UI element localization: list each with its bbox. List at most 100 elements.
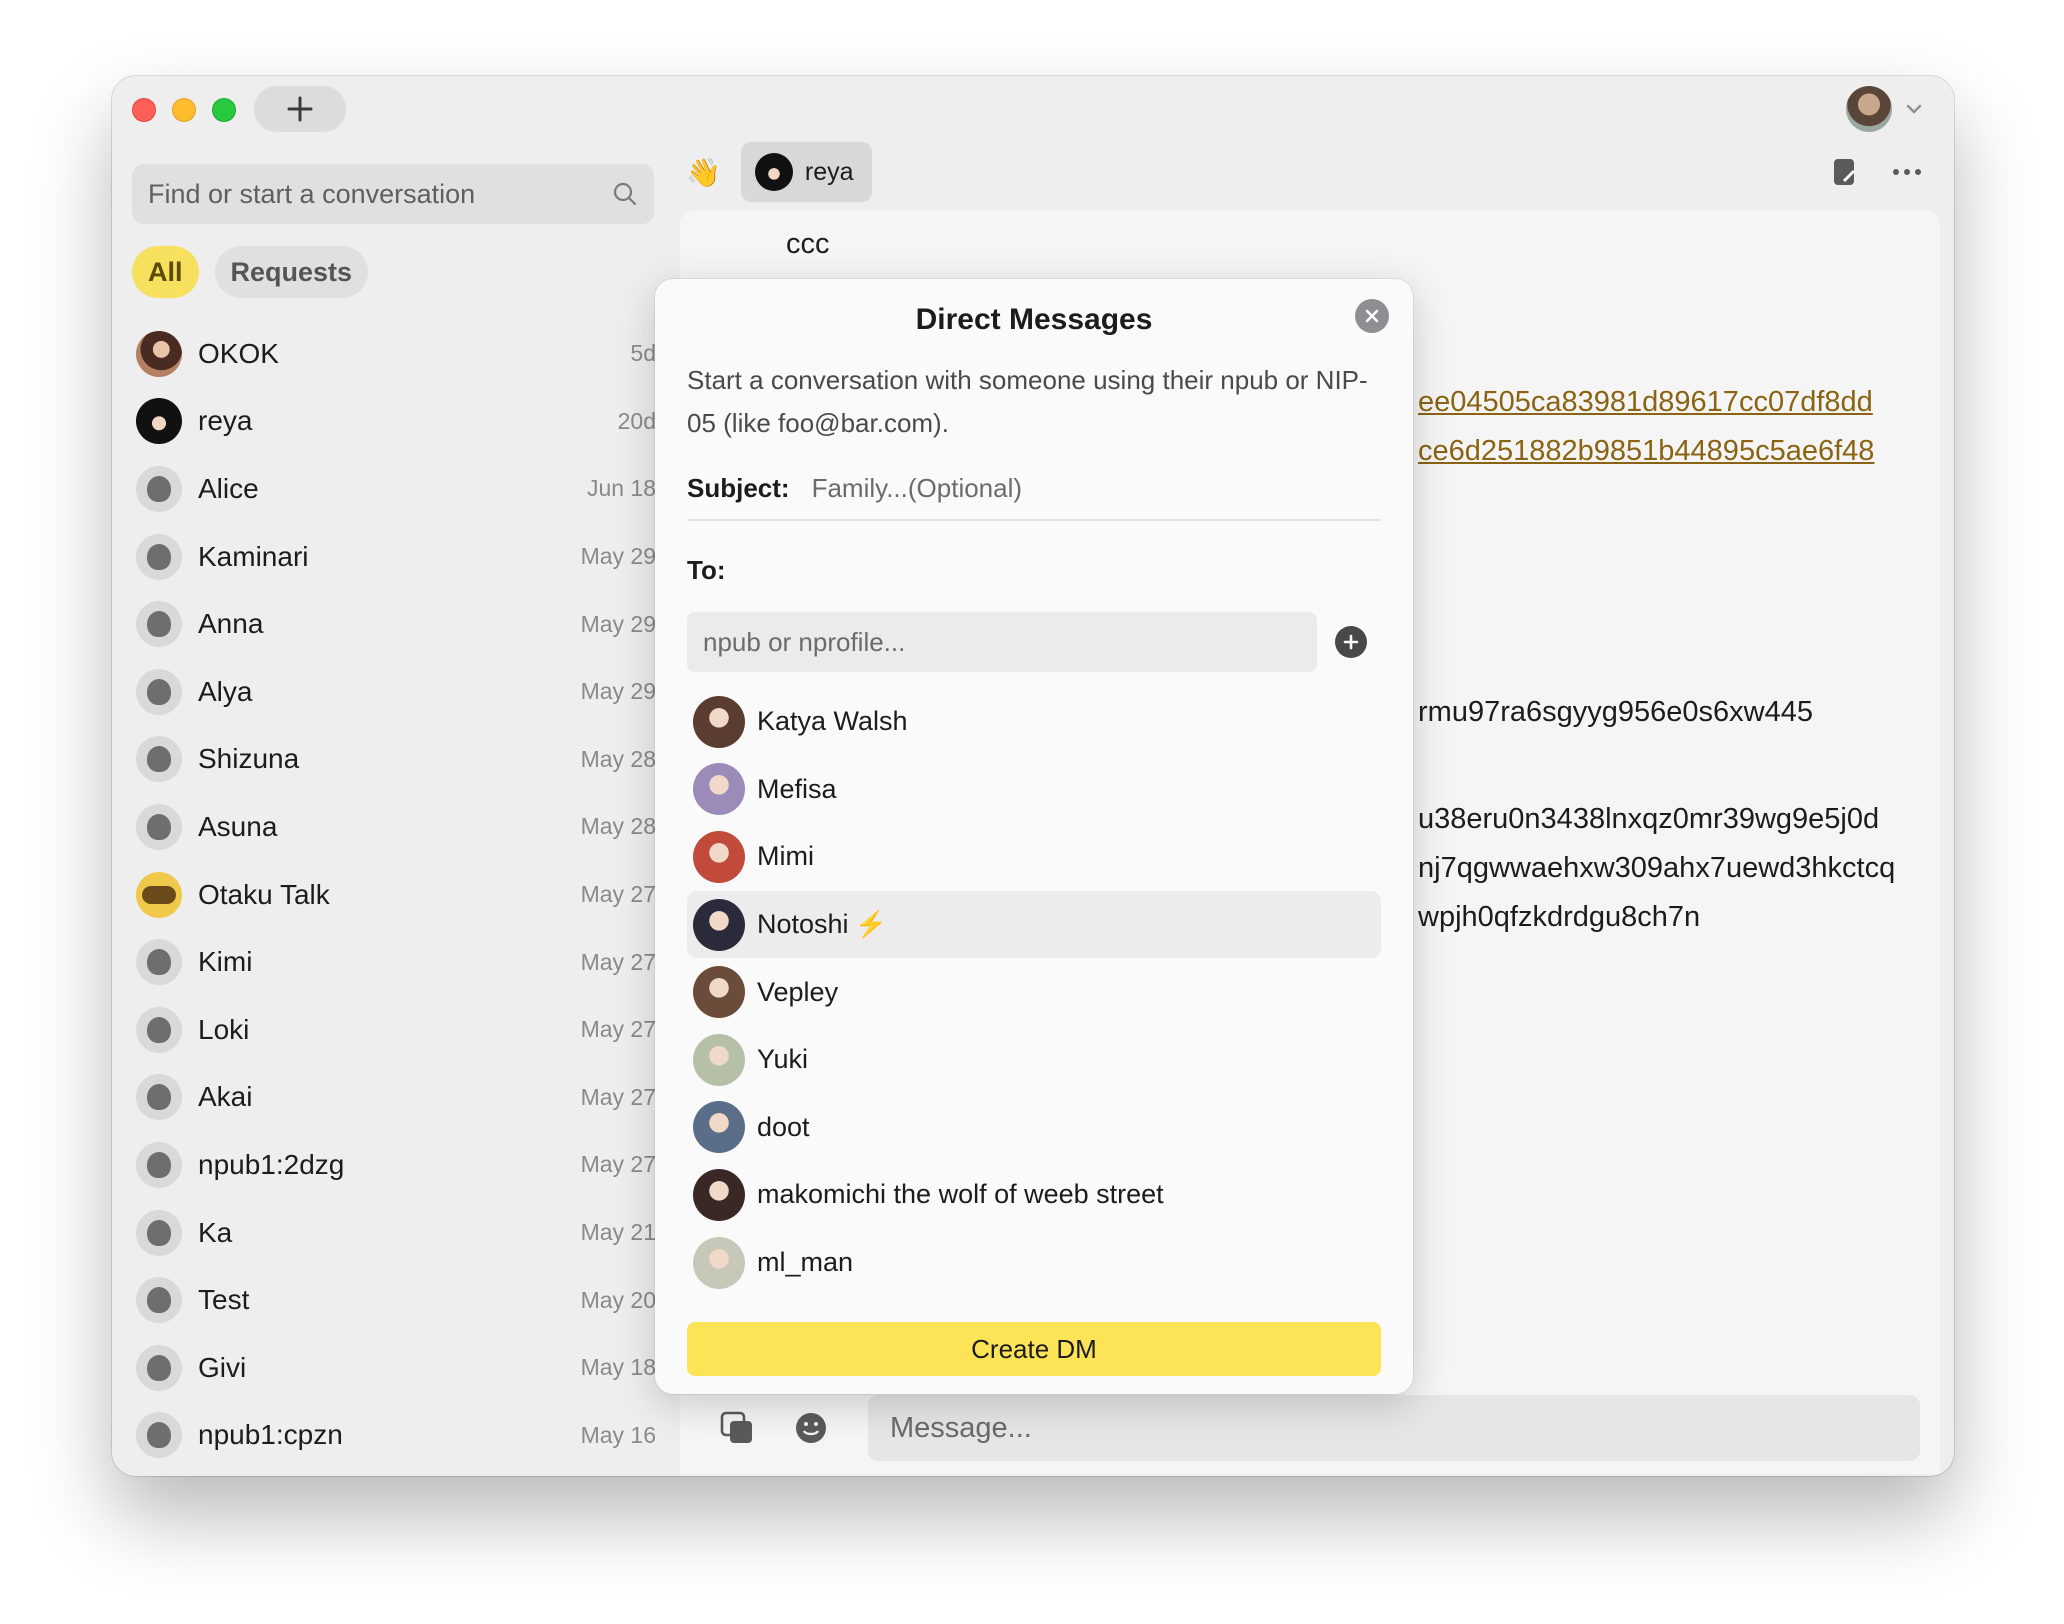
contact-avatar	[693, 1168, 745, 1221]
participant-name: reya	[804, 157, 854, 186]
close-window-button[interactable]	[132, 98, 156, 122]
contact-item[interactable]: ml_man	[687, 1229, 1381, 1297]
conversation-name: Asuna	[198, 810, 278, 842]
avatar	[136, 736, 182, 783]
conversation-item[interactable]: Alya May 29	[132, 658, 664, 726]
conversation-name: npub1:cpzn	[198, 1419, 343, 1451]
account-avatar	[1846, 86, 1892, 132]
message-text: ccc	[786, 228, 830, 260]
participant-chip[interactable]: reya	[740, 142, 872, 202]
contact-avatar	[693, 763, 745, 816]
avatar	[136, 398, 182, 445]
conversation-item[interactable]: Otaku Talk May 27	[132, 861, 664, 929]
conversation-date: 20d	[617, 407, 656, 434]
conversation-date: May 28	[580, 745, 656, 772]
conversation-item[interactable]: npub1:2dzg May 27	[132, 1131, 664, 1199]
message-text: rmu97ra6sgyyg956e0s6xw445	[1418, 696, 1813, 728]
conversation-search[interactable]	[132, 164, 654, 224]
more-options-icon[interactable]	[1892, 168, 1922, 176]
message-input[interactable]	[868, 1395, 1920, 1461]
filter-requests[interactable]: Requests	[214, 246, 369, 298]
conversation-name: Otaku Talk	[198, 878, 330, 910]
contact-item[interactable]: Vepley	[687, 958, 1381, 1026]
dialog-title: Direct Messages	[915, 303, 1153, 336]
message-link[interactable]: ee04505ca83981d89617cc07df8dd	[1418, 386, 1873, 419]
conversation-date: May 20	[580, 1286, 656, 1313]
conversation-item[interactable]: OKOK 5d	[132, 320, 664, 388]
conversation-name: reya	[198, 405, 253, 437]
new-conversation-button[interactable]	[254, 86, 346, 132]
account-menu[interactable]	[1846, 86, 1922, 132]
conversation-date: May 27	[580, 1016, 656, 1043]
contact-item[interactable]: Mefisa	[687, 756, 1381, 824]
message-link[interactable]: ce6d251882b9851b44895c5ae6f48	[1418, 435, 1874, 468]
plus-icon	[1343, 634, 1359, 650]
conversation-item[interactable]: Ka May 21	[132, 1199, 664, 1267]
contact-item[interactable]: Notoshi ⚡	[687, 890, 1381, 959]
avatar	[136, 465, 182, 512]
close-dialog-button[interactable]	[1355, 299, 1389, 333]
conversation-date: Jun 18	[586, 475, 656, 502]
avatar	[136, 939, 182, 986]
create-dm-button[interactable]: Create DM	[687, 1322, 1381, 1377]
avatar	[136, 1209, 182, 1256]
conversation-name: Ka	[198, 1216, 233, 1248]
conversation-item[interactable]: Alice Jun 18	[132, 455, 664, 523]
conversation-item[interactable]: Shizuna May 28	[132, 726, 664, 794]
avatar	[136, 601, 182, 648]
contact-item[interactable]: doot	[687, 1094, 1381, 1162]
conversation-item[interactable]: Loki May 27	[132, 996, 664, 1064]
conversation-date: May 16	[580, 1421, 656, 1448]
conversation-date: May 27	[580, 881, 656, 908]
conversation-filters: All Requests	[132, 246, 369, 298]
contact-item[interactable]: Katya Walsh	[687, 688, 1381, 756]
conversation-item[interactable]: Akai May 27	[132, 1064, 664, 1132]
edit-note-icon[interactable]	[1832, 157, 1858, 187]
conversation-item[interactable]: Asuna May 28	[132, 793, 664, 861]
conversation-date: May 21	[580, 1219, 656, 1246]
contact-item[interactable]: Mimi	[687, 823, 1381, 891]
avatar	[136, 803, 182, 850]
conversation-item[interactable]: Test May 20	[132, 1266, 664, 1334]
avatar	[136, 668, 182, 715]
contact-name: Mefisa	[757, 773, 837, 804]
conversation-name: OKOK	[198, 337, 279, 369]
conversation-date: May 27	[580, 1083, 656, 1110]
conversation-name: Alice	[198, 472, 259, 504]
conversation-name: Loki	[198, 1013, 250, 1045]
direct-messages-dialog: Direct Messages Start a conversation wit…	[655, 279, 1413, 1394]
conversation-item[interactable]: Anna May 29	[132, 590, 664, 658]
conversation-item[interactable]: npub1:cpzn May 16	[132, 1402, 664, 1470]
minimize-window-button[interactable]	[172, 98, 196, 122]
contact-item[interactable]: makomichi the wolf of weeb street	[687, 1161, 1381, 1229]
message-text: u38eru0n3438lnxqz0mr39wg9e5j0d	[1418, 803, 1880, 835]
search-input[interactable]	[148, 178, 612, 210]
emoji-icon[interactable]	[794, 1411, 828, 1445]
conversation-item[interactable]: Kaminari May 29	[132, 523, 664, 591]
conversation-name: npub1:2dzg	[198, 1148, 345, 1180]
add-recipient-button[interactable]	[1335, 626, 1367, 658]
contact-name: Mimi	[757, 841, 814, 872]
conversation-name: Alya	[198, 675, 253, 707]
close-icon	[1365, 309, 1379, 323]
attach-media-icon[interactable]	[720, 1411, 754, 1445]
recipient-input[interactable]	[687, 612, 1317, 672]
message-composer	[680, 1382, 1940, 1474]
conversation-date: May 29	[580, 610, 656, 637]
contact-item[interactable]: Yuki	[687, 1026, 1381, 1094]
conversation-item[interactable]: Givi May 18	[132, 1334, 664, 1402]
conversation-date: May 29	[580, 678, 656, 705]
contact-name: Vepley	[757, 976, 839, 1007]
filter-all[interactable]: All	[132, 246, 199, 298]
conversation-name: Kaminari	[198, 540, 309, 572]
zoom-window-button[interactable]	[212, 98, 236, 122]
contact-avatar	[693, 1236, 745, 1289]
subject-input[interactable]	[811, 472, 1381, 504]
avatar	[136, 1344, 182, 1391]
conversation-date: May 27	[580, 948, 656, 975]
conversation-item[interactable]: Kimi May 27	[132, 928, 664, 996]
conversation-item[interactable]: reya 20d	[132, 388, 664, 456]
plus-icon	[287, 96, 313, 122]
conversation-name: Kimi	[198, 946, 253, 978]
avatar	[136, 1277, 182, 1324]
